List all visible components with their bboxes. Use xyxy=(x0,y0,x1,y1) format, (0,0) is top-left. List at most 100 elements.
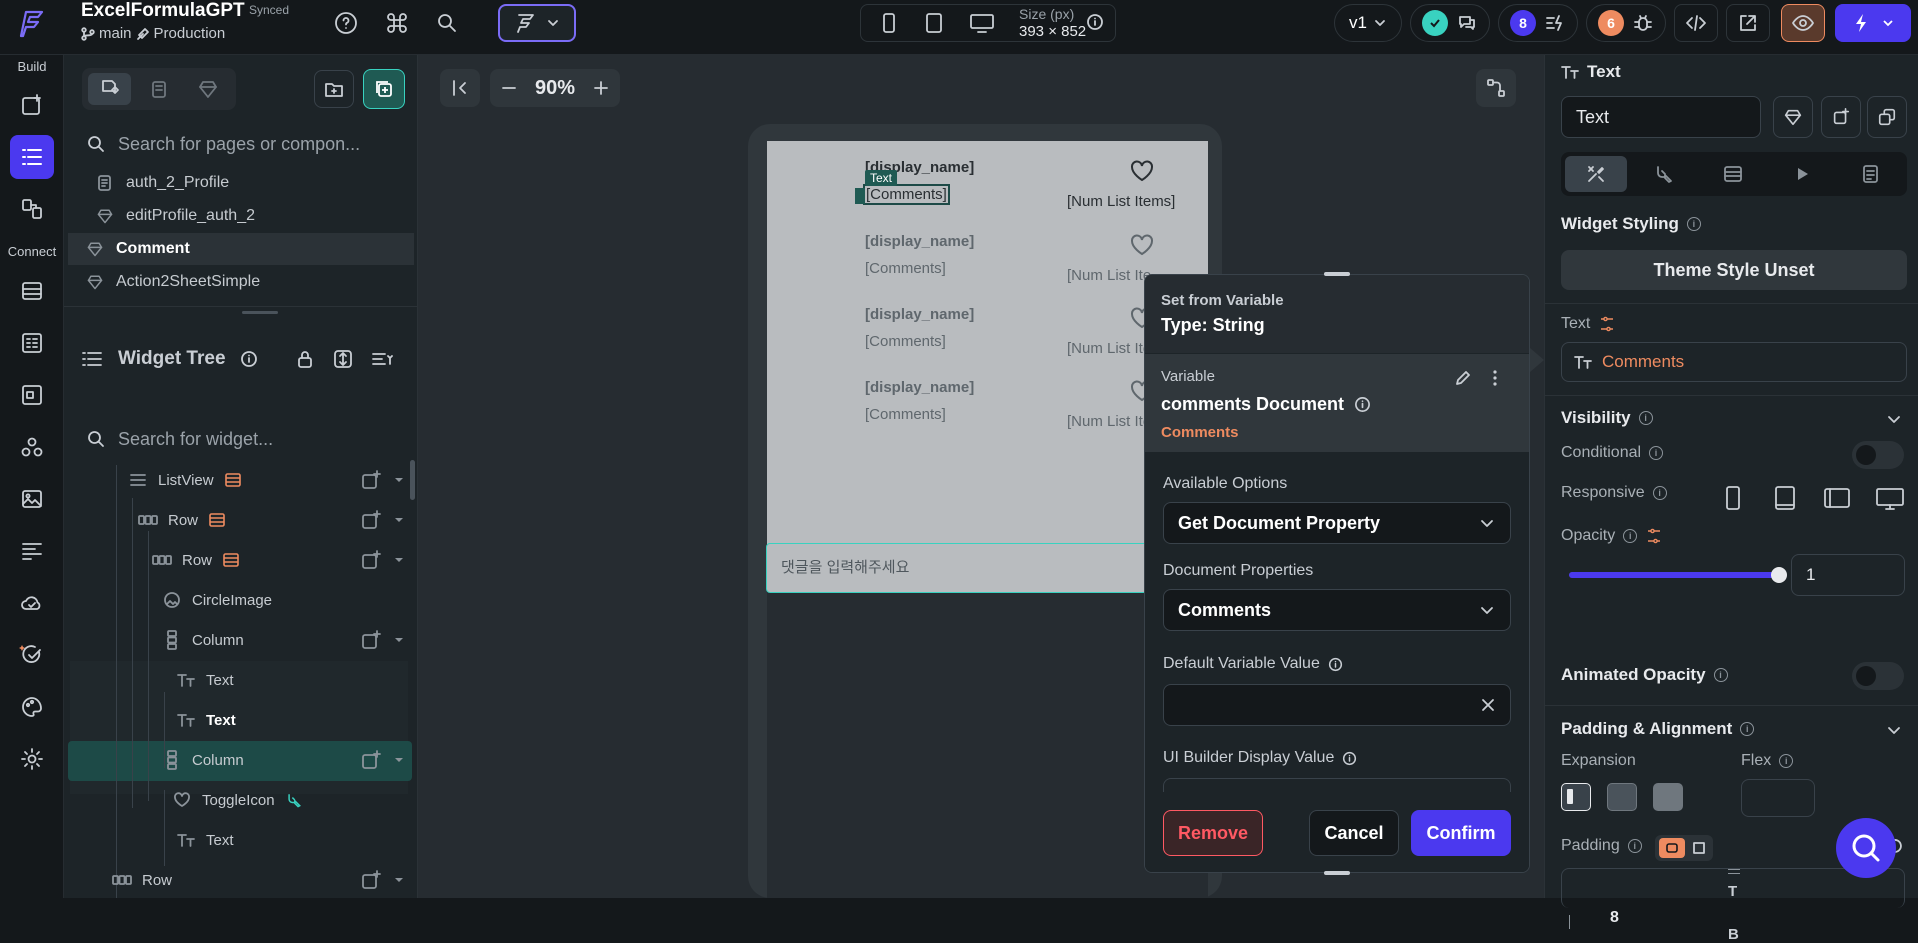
num-list-items[interactable]: [Num List Ite xyxy=(1067,267,1151,284)
tree-node-toggleicon[interactable]: ToggleIcon xyxy=(172,781,303,819)
comment-display-name[interactable]: [display_name] xyxy=(865,306,974,323)
flex-input[interactable] xyxy=(1741,779,1815,817)
project-name[interactable]: ExcelFormulaGPT xyxy=(81,0,245,22)
new-folder-button[interactable] xyxy=(314,70,354,108)
tree-node-row[interactable]: Row xyxy=(138,501,226,539)
tree-node-circleimage[interactable]: CircleImage xyxy=(162,581,272,619)
caret-down-icon[interactable] xyxy=(394,555,404,565)
tree-scrollbar[interactable] xyxy=(410,460,415,500)
help-icon[interactable] xyxy=(334,11,358,35)
expansion-expanded-icon[interactable] xyxy=(1653,783,1683,811)
phone-visibility-icon[interactable] xyxy=(1723,485,1743,511)
info-icon[interactable]: i xyxy=(1686,217,1701,231)
flutterflow-logo-icon[interactable] xyxy=(18,8,48,40)
info-icon[interactable]: i xyxy=(1713,668,1728,682)
zoom-level[interactable]: 90% xyxy=(535,77,575,100)
pages-components-tab-icon[interactable] xyxy=(88,73,132,105)
phone-icon[interactable] xyxy=(879,12,899,34)
add-child-widget-icon[interactable] xyxy=(360,749,382,771)
info-icon[interactable]: i xyxy=(1779,754,1794,768)
more-vertical-icon[interactable] xyxy=(1489,368,1501,388)
info-icon[interactable] xyxy=(240,350,258,368)
widget-tree-nav-icon[interactable] xyxy=(10,135,54,179)
issues-button[interactable]: 6 xyxy=(1586,4,1666,42)
tree-node-listview[interactable]: ListView xyxy=(128,461,242,499)
image-assets-icon[interactable] xyxy=(10,477,54,521)
variable-card[interactable]: Variable comments Document Comments xyxy=(1145,354,1529,452)
tablet-visibility-icon[interactable] xyxy=(1773,485,1797,511)
tree-node-row[interactable]: Row xyxy=(112,861,172,898)
comment-display-name[interactable]: [display_name] xyxy=(865,379,974,396)
custom-code-icon[interactable] xyxy=(10,633,54,677)
add-page-button[interactable] xyxy=(363,69,405,109)
variable-binding-icon[interactable] xyxy=(1598,315,1616,333)
caret-down-icon[interactable] xyxy=(394,515,404,525)
add-child-widget-icon[interactable] xyxy=(360,469,382,491)
add-child-widget-icon[interactable] xyxy=(360,549,382,571)
info-icon[interactable]: i xyxy=(1638,411,1653,425)
heart-icon[interactable] xyxy=(1129,159,1155,183)
settings-gear-icon[interactable] xyxy=(10,737,54,781)
opacity-slider-thumb[interactable] xyxy=(1771,567,1787,583)
add-widget-button[interactable] xyxy=(1821,96,1861,138)
tablet-icon[interactable] xyxy=(923,12,945,34)
info-icon[interactable]: i xyxy=(1740,722,1755,736)
add-child-widget-icon[interactable] xyxy=(360,629,382,651)
theme-style-button[interactable]: Theme Style Unset xyxy=(1561,250,1907,290)
wrap-widget-button[interactable] xyxy=(1867,96,1907,138)
add-child-widget-icon[interactable] xyxy=(360,509,382,531)
preview-button[interactable] xyxy=(1781,4,1825,42)
document-properties-dropdown[interactable]: Comments xyxy=(1163,589,1511,631)
zoom-out-icon[interactable] xyxy=(500,79,518,97)
dialog-resize-handle-top[interactable] xyxy=(1324,272,1350,276)
padding-left-value[interactable]: 8 xyxy=(1610,909,1619,927)
chevron-down-icon[interactable] xyxy=(1885,410,1903,428)
tree-node-text[interactable]: Text xyxy=(176,701,236,739)
expansion-default-icon[interactable] xyxy=(1561,783,1591,811)
variable-binding-icon[interactable] xyxy=(1645,527,1663,545)
tab-properties-icon[interactable] xyxy=(1565,156,1627,192)
version-selector[interactable]: v1 xyxy=(1334,4,1402,42)
schema-icon[interactable] xyxy=(10,321,54,365)
expansion-flexible-icon[interactable] xyxy=(1607,783,1637,811)
desktop-icon[interactable] xyxy=(969,12,995,34)
action-flow-icon[interactable] xyxy=(285,791,303,809)
num-list-items[interactable]: [Num List Ite xyxy=(1067,413,1151,430)
caret-down-icon[interactable] xyxy=(394,755,404,765)
page-list-item[interactable]: auth_2_Profile xyxy=(68,167,414,199)
edit-pencil-icon[interactable] xyxy=(1453,368,1473,388)
tree-node-column[interactable]: Column xyxy=(162,621,244,659)
confirm-button[interactable]: Confirm xyxy=(1411,810,1511,856)
tab-backend-query-icon[interactable] xyxy=(1702,156,1764,192)
backend-query-icon[interactable] xyxy=(224,471,242,489)
storyboard-icon[interactable] xyxy=(10,187,54,231)
clear-x-icon[interactable] xyxy=(1480,697,1496,713)
add-page-icon[interactable] xyxy=(10,83,54,127)
tree-node-column[interactable]: Column xyxy=(162,741,244,779)
num-list-items[interactable]: [Num List Ite xyxy=(1067,340,1151,357)
filter-settings-icon[interactable] xyxy=(370,348,394,370)
remove-button[interactable]: Remove xyxy=(1163,810,1263,856)
agents-button[interactable]: 8 xyxy=(1498,4,1578,42)
info-icon[interactable] xyxy=(1328,657,1343,672)
tab-animations-icon[interactable] xyxy=(1771,156,1833,192)
padding-uniform-icon[interactable] xyxy=(1659,838,1685,858)
status-comments-button[interactable] xyxy=(1410,4,1490,42)
components-tab-icon[interactable] xyxy=(187,73,230,105)
expand-collapse-icon[interactable] xyxy=(332,348,354,370)
api-calls-icon[interactable] xyxy=(10,529,54,573)
code-view-button[interactable] xyxy=(1674,4,1718,42)
tablet-landscape-visibility-icon[interactable] xyxy=(1823,487,1851,509)
agent-menu-button[interactable] xyxy=(498,4,576,42)
panel-resize-handle[interactable] xyxy=(242,311,278,314)
comment-input-field[interactable]: 댓글을 입력해주세요 xyxy=(766,543,1208,593)
integrations-icon[interactable] xyxy=(10,425,54,469)
tree-node-text[interactable]: Text xyxy=(176,661,234,699)
info-icon[interactable]: i xyxy=(1623,529,1638,543)
dialog-resize-handle-bottom[interactable] xyxy=(1324,871,1350,875)
add-child-widget-icon[interactable] xyxy=(360,869,382,891)
run-button[interactable] xyxy=(1835,4,1911,42)
caret-down-icon[interactable] xyxy=(394,635,404,645)
comment-text[interactable]: [Comments] xyxy=(865,406,946,423)
animated-opacity-toggle[interactable] xyxy=(1852,662,1904,690)
